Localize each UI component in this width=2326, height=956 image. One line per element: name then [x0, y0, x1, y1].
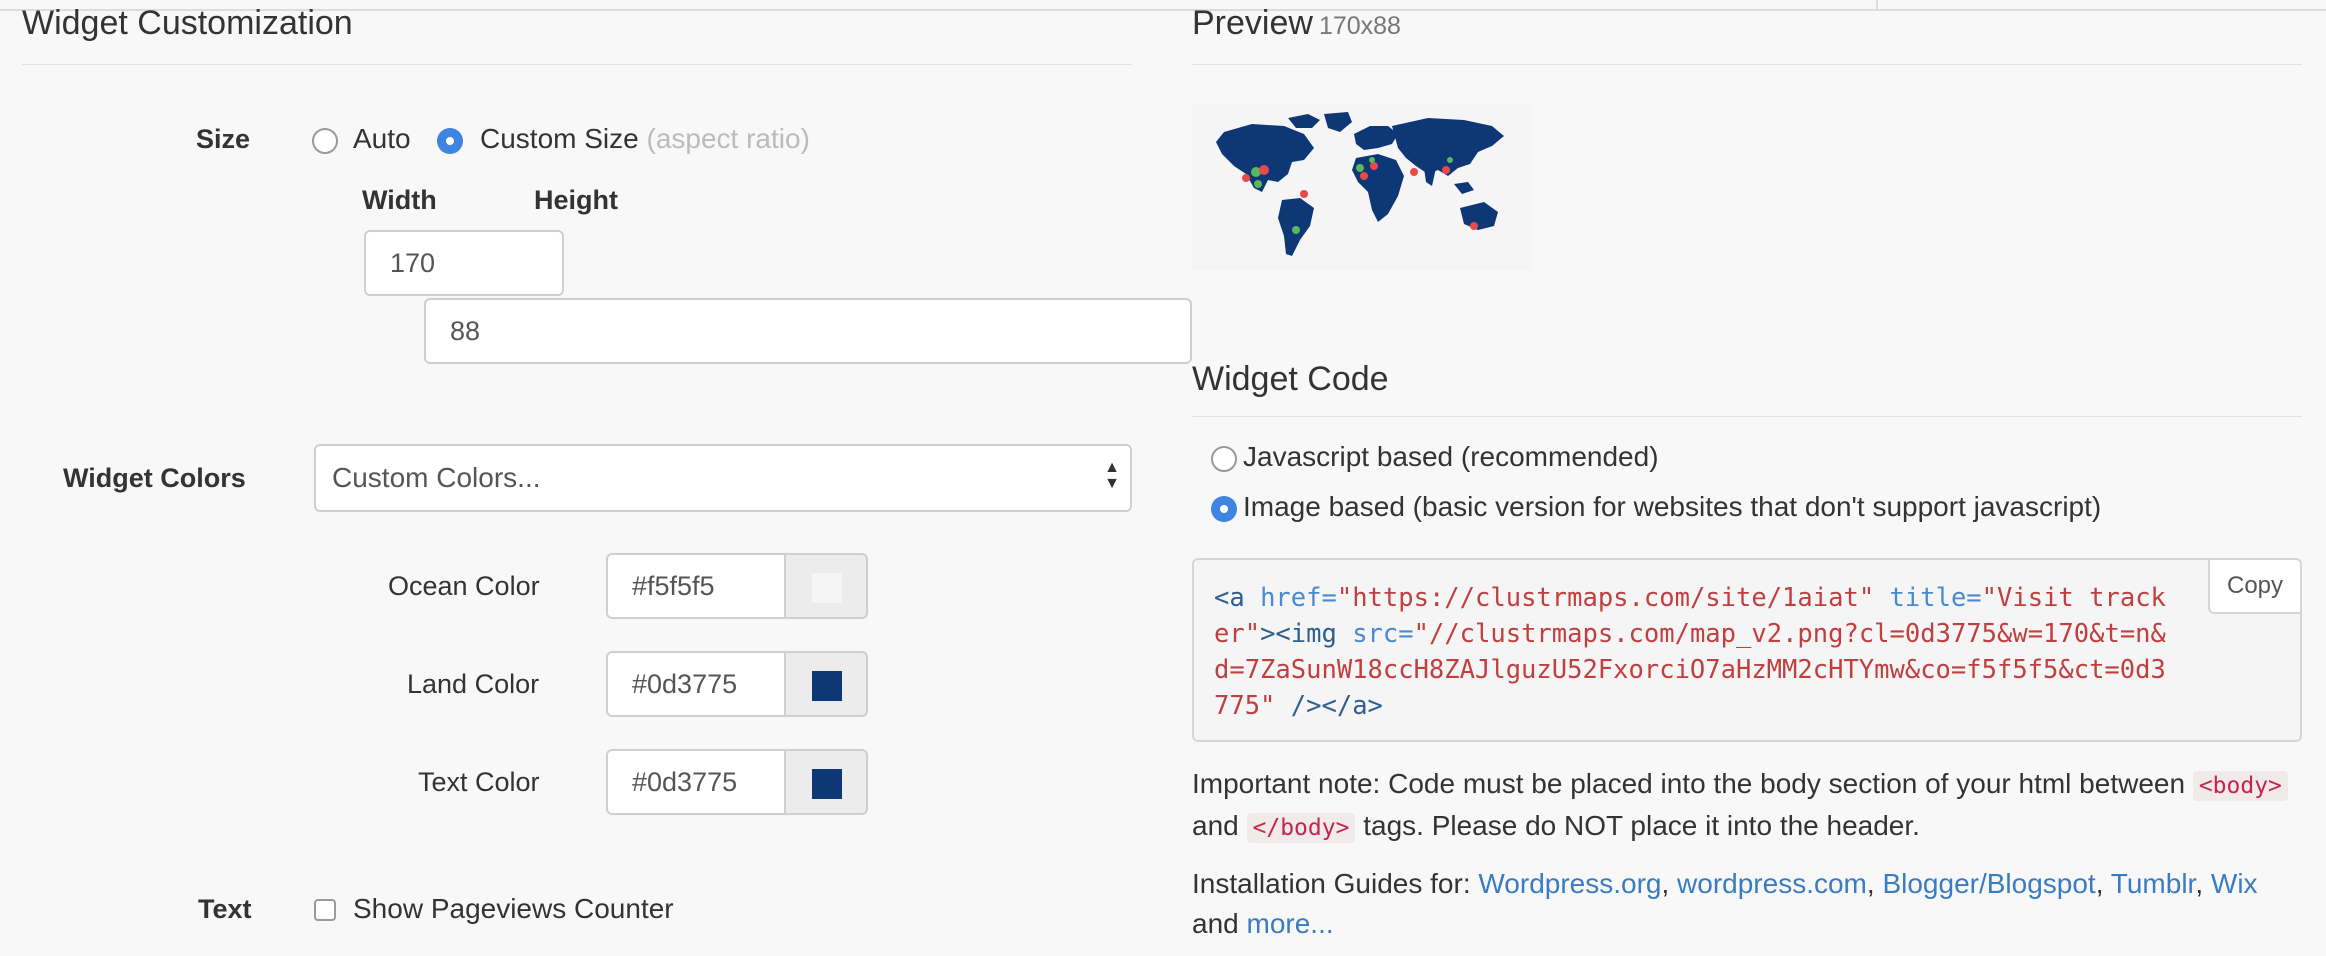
size-custom-radio[interactable] [437, 128, 463, 154]
installation-guides: Installation Guides for: Wordpress.org, … [1192, 868, 2258, 939]
show-pageviews-checkbox[interactable] [314, 899, 336, 921]
size-custom-label: Custom Size [480, 123, 639, 154]
guide-link-more[interactable]: more... [1247, 908, 1334, 939]
copy-button[interactable]: Copy [2208, 558, 2302, 614]
code-snippet-box[interactable]: <a href="https://clustrmaps.com/site/1ai… [1192, 558, 2302, 742]
guide-link-blogger[interactable]: Blogger/Blogspot [1882, 868, 2095, 899]
world-map-image [1216, 112, 1504, 256]
text-color-swatch-button[interactable] [784, 749, 868, 815]
widget-code-title: Widget Code [1192, 360, 1389, 398]
text-color-label: Text Color [418, 767, 540, 797]
size-auto-label: Auto [353, 123, 411, 154]
select-arrows-icon: ▲ ▼ [1104, 459, 1120, 492]
map-preview [1192, 104, 1532, 270]
land-color-swatch [812, 671, 842, 701]
widget-colors-select[interactable]: Custom Colors... ▲ ▼ [314, 444, 1132, 512]
land-color-swatch-button[interactable] [784, 651, 868, 717]
ocean-color-swatch [812, 573, 842, 603]
land-color-label: Land Color [407, 669, 540, 699]
ocean-color-picker: #f5f5f5 [606, 553, 868, 619]
show-pageviews-label: Show Pageviews Counter [353, 893, 674, 924]
height-input[interactable]: 88 [424, 298, 1192, 364]
guide-link-wix[interactable]: Wix [2211, 868, 2258, 899]
text-color-swatch [812, 769, 842, 799]
image-based-label: Image based (basic version for websites … [1243, 491, 2102, 522]
text-color-input[interactable]: #0d3775 [606, 749, 786, 815]
aspect-ratio-hint: (aspect ratio) [646, 123, 810, 154]
guide-link-tumblr[interactable]: Tumblr [2111, 868, 2196, 899]
size-custom-option: Custom Size (aspect ratio) [480, 123, 810, 155]
size-label: Size [196, 124, 251, 154]
body-open-tag: <body> [2192, 771, 2288, 801]
ocean-color-swatch-button[interactable] [784, 553, 868, 619]
widget-code-divider [1192, 416, 2302, 417]
ocean-color-input[interactable]: #f5f5f5 [606, 553, 786, 619]
widget-customization-title: Widget Customization [22, 4, 353, 42]
installation-guides-label: Installation Guides for: [1192, 868, 1471, 899]
preview-size: 170x88 [1318, 12, 1401, 40]
guide-link-wordpress-com[interactable]: wordpress.com [1677, 868, 1867, 899]
javascript-based-radio[interactable] [1211, 446, 1237, 472]
land-color-input[interactable]: #0d3775 [606, 651, 786, 717]
widget-colors-label: Widget Colors [63, 463, 246, 493]
preview-divider [1192, 64, 2302, 65]
title-divider [22, 64, 1132, 65]
important-note: Important note: Code must be placed into… [1192, 764, 2312, 848]
width-label: Width [362, 185, 437, 215]
javascript-based-label: Javascript based (recommended) [1243, 441, 1659, 472]
body-close-tag: </body> [1246, 813, 1356, 843]
guide-link-wordpress-org[interactable]: Wordpress.org [1478, 868, 1661, 899]
width-input[interactable]: 170 [364, 230, 564, 296]
image-based-radio[interactable] [1211, 496, 1237, 522]
text-label: Text [198, 894, 252, 924]
widget-colors-selected: Custom Colors... [332, 462, 541, 493]
ocean-color-label: Ocean Color [388, 571, 540, 601]
land-color-picker: #0d3775 [606, 651, 868, 717]
column-divider-tick [1876, 0, 1878, 9]
height-label: Height [534, 185, 618, 215]
preview-title: Preview 170x88 [1192, 4, 1401, 42]
code-snippet: <a href="https://clustrmaps.com/site/1ai… [1214, 583, 2166, 721]
size-auto-radio[interactable] [312, 128, 338, 154]
text-color-picker: #0d3775 [606, 749, 868, 815]
